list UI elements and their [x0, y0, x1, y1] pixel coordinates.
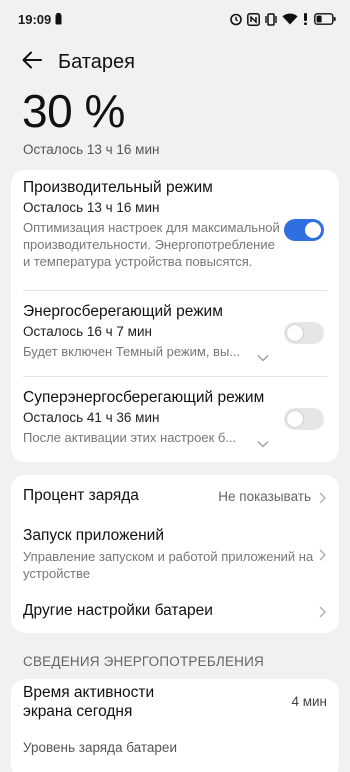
battery-level-label: Уровень заряда батареи [23, 740, 177, 755]
toggle-knob [287, 325, 303, 341]
battery-percent: 30 % [22, 85, 125, 137]
power-modes-card: Производительный режим Осталось 13 ч 16 … [11, 170, 339, 462]
usage-card: Время активности экрана сегодня 4 мин Ур… [11, 679, 339, 772]
screen-time-row: Время активности экрана сегодня [11, 683, 339, 721]
battery-icon [314, 13, 336, 25]
battery-level-row: Уровень заряда батареи [11, 736, 339, 756]
mode-remaining: Осталось 13 ч 16 мин [23, 200, 160, 215]
app-launch-row[interactable]: Запуск приложений Управление запуском и … [11, 527, 339, 582]
screen-time-value: 4 мин [291, 694, 327, 709]
other-battery-settings-row[interactable]: Другие настройки батареи [11, 602, 339, 620]
alarm-icon [229, 12, 243, 26]
mode-title: Производительный режим [23, 179, 213, 196]
mode-title: Энергосберегающий режим [23, 303, 223, 320]
row-title: Другие настройки батареи [23, 602, 213, 619]
chevron-down-icon[interactable] [257, 435, 269, 453]
status-time: 19:09 [18, 11, 52, 27]
chevron-down-icon[interactable] [257, 349, 269, 367]
usage-section-header: СВЕДЕНИЯ ЭНЕРГОПОТРЕБЛЕНИЯ [23, 654, 264, 669]
nfc-icon [247, 12, 260, 26]
battery-saver-icon [55, 13, 62, 25]
divider [23, 290, 327, 291]
wifi-icon [282, 13, 298, 25]
toggle-knob [305, 222, 321, 238]
mode-description: После активации этих настроек б... [23, 430, 237, 445]
status-left: 19:09 [18, 12, 62, 27]
page-title: Батарея [58, 50, 135, 73]
mode-remaining: Осталось 16 ч 7 мин [23, 324, 152, 339]
power-saving-mode-toggle[interactable] [284, 322, 324, 344]
toggle-knob [287, 411, 303, 427]
app-header: Батарея [0, 44, 350, 80]
mode-remaining: Осталось 41 ч 36 мин [23, 410, 160, 425]
performance-mode-toggle[interactable] [284, 219, 324, 241]
row-subtitle: Управление запуском и работой приложений… [23, 549, 314, 581]
signal-icon [302, 13, 310, 25]
battery-settings-card: Процент заряда Не показывать Запуск прил… [11, 475, 339, 633]
battery-remaining: Осталось 13 ч 16 мин [23, 142, 160, 157]
mode-title: Суперэнергосберегающий режим [23, 389, 265, 406]
chevron-right-icon[interactable] [319, 491, 326, 509]
divider [23, 376, 327, 377]
status-bar: 19:09 [0, 0, 350, 38]
mode-description: Оптимизация настроек для максимальной пр… [23, 220, 280, 269]
chevron-right-icon[interactable] [319, 605, 326, 623]
charge-percent-value: Не показывать [218, 489, 311, 504]
back-button[interactable] [0, 44, 60, 80]
status-right [229, 12, 336, 26]
chevron-right-icon[interactable] [319, 548, 326, 566]
screen-time-label: Время активности экрана сегодня [23, 684, 155, 720]
arrow-left-icon [22, 51, 42, 74]
mode-description: Будет включен Темный режим, вы... [23, 344, 241, 359]
ultra-power-saving-mode-toggle[interactable] [284, 408, 324, 430]
vibrate-icon [264, 12, 278, 26]
row-title: Запуск приложений [23, 527, 164, 544]
